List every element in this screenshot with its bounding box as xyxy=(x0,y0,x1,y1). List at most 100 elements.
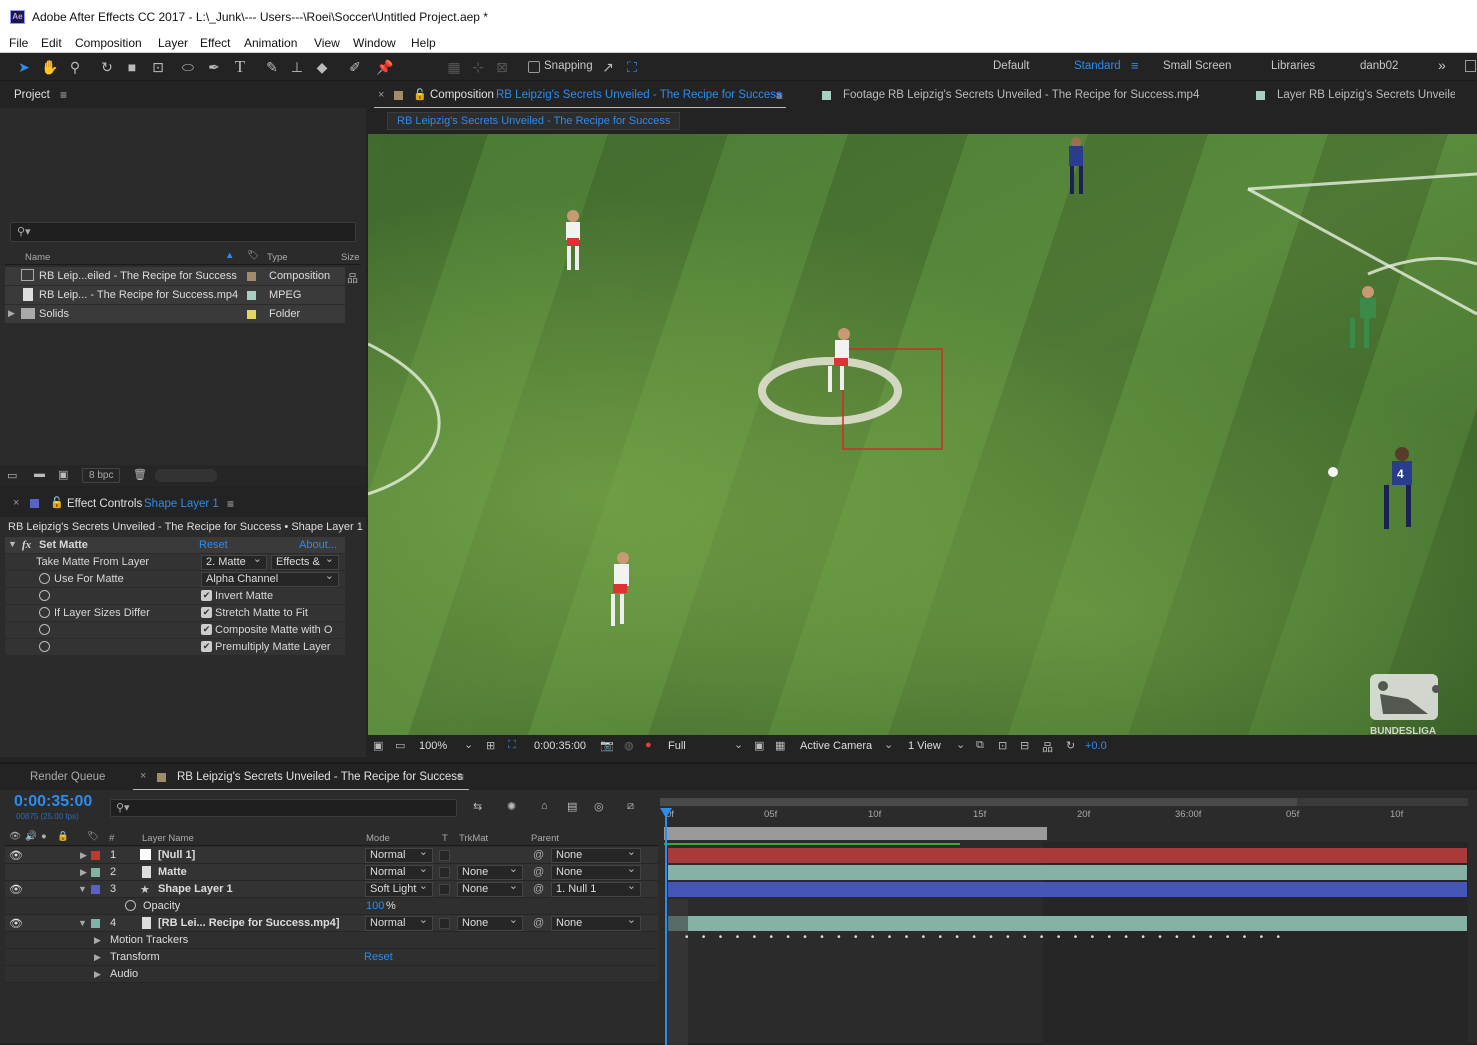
close-icon[interactable]: × xyxy=(378,89,384,101)
toggle-pixel-aspect-icon[interactable]: ⧉ xyxy=(976,739,984,752)
comp-mini-flowchart-icon[interactable]: ⇆ xyxy=(473,800,482,813)
label-swatch[interactable] xyxy=(247,291,256,300)
chevron-down-icon[interactable]: ⌄ xyxy=(884,738,893,751)
trash-icon[interactable]: 🗑 xyxy=(133,468,147,481)
motion-trackers-row[interactable]: ▶ Motion Trackers xyxy=(5,932,658,949)
label-column-icon[interactable]: 🏷 xyxy=(87,831,99,842)
composition-breadcrumb[interactable]: RB Leipzig's Secrets Unveiled - The Reci… xyxy=(387,112,681,130)
tracker-keyframes[interactable]: •••••••••••••••••••••••••••••••••••• xyxy=(685,932,1425,946)
layer-parent-dropdown[interactable]: None xyxy=(551,914,641,931)
shy-layers-icon[interactable]: ⌂ xyxy=(541,800,548,812)
collapse-arrow-icon[interactable]: ▼ xyxy=(8,539,17,549)
zoom-tool-icon[interactable]: ⚲ xyxy=(65,57,85,77)
show-snapshot-icon[interactable]: ◍ xyxy=(624,739,634,752)
new-folder-icon[interactable]: ▬ xyxy=(34,468,45,480)
workspace-small-screen[interactable]: Small Screen xyxy=(1163,60,1231,72)
rotate-tool-icon[interactable]: ↻ xyxy=(97,57,117,77)
transform-reset-link[interactable]: Reset xyxy=(364,951,393,963)
pan-behind-tool-icon[interactable]: ⊡ xyxy=(148,57,168,77)
pickwhip-icon[interactable]: @ xyxy=(533,883,544,895)
layer-row-3[interactable]: 👁 ▼ 3 ★ Shape Layer 1 Soft Light None @ … xyxy=(5,880,658,898)
lock-icon[interactable]: 🔒 xyxy=(57,831,69,842)
project-search-input[interactable]: ⚲▾ xyxy=(10,222,356,242)
effect-controls-menu-icon[interactable]: ≡ xyxy=(227,497,234,511)
ellipse-tool-icon[interactable]: ⬭ xyxy=(178,57,198,77)
transparency-grid-icon[interactable]: ▦ xyxy=(775,739,785,752)
label-swatch[interactable] xyxy=(247,272,256,281)
project-scrollbar[interactable] xyxy=(155,469,217,482)
footage-tab-name[interactable]: RB Leipzig's Secrets Unveiled - The Reci… xyxy=(888,89,1199,101)
menu-view[interactable]: View xyxy=(314,36,340,50)
region-of-interest-icon[interactable]: ⛶ xyxy=(508,739,516,752)
layer-bar-2[interactable] xyxy=(668,865,1467,880)
reset-exposure-icon[interactable]: ↻ xyxy=(1066,739,1075,752)
preserve-transparency-checkbox[interactable] xyxy=(439,867,450,878)
timeline-comp-tab[interactable]: RB Leipzig's Secrets Unveiled - The Reci… xyxy=(177,771,463,783)
preserve-transparency-checkbox[interactable] xyxy=(439,884,450,895)
views-dropdown[interactable]: 1 View xyxy=(908,740,941,752)
layer-parent-dropdown[interactable]: None xyxy=(551,846,641,863)
exposure-value[interactable]: +0.0 xyxy=(1085,740,1107,752)
bit-depth-button[interactable]: 8 bpc xyxy=(82,468,121,483)
layer-mode-dropdown[interactable]: Normal xyxy=(365,914,433,931)
pickwhip-icon[interactable]: @ xyxy=(533,866,544,878)
axis-mode-icon[interactable]: ▦ xyxy=(444,57,464,77)
layer-trkmat-dropdown[interactable]: None xyxy=(457,914,523,931)
lock-icon[interactable]: 🔓 xyxy=(50,496,64,509)
menu-animation[interactable]: Animation xyxy=(244,36,297,50)
effect-controls-layer[interactable]: Shape Layer 1 xyxy=(144,498,219,510)
layer-row-1[interactable]: 👁 ▶ 1 [Null 1] Normal @ None xyxy=(5,846,658,864)
opacity-value[interactable]: 100 xyxy=(366,900,384,912)
collapse-arrow-icon[interactable]: ▼ xyxy=(78,884,87,894)
hand-tool-icon[interactable]: ✋ xyxy=(40,57,60,77)
expand-arrow-icon[interactable]: ▶ xyxy=(94,952,101,963)
video-eye-icon[interactable]: 👁 xyxy=(9,917,23,930)
column-layer-name[interactable]: Layer Name xyxy=(142,833,194,844)
chevron-down-icon[interactable]: ⌄ xyxy=(734,738,743,751)
timeline-search-input[interactable]: ⚲▾ xyxy=(110,799,457,817)
chevron-down-icon[interactable]: ⌄ xyxy=(464,738,473,751)
project-item-folder[interactable]: ▶ Solids Folder xyxy=(5,305,345,324)
pickwhip-icon[interactable]: @ xyxy=(533,849,544,861)
workspace-libraries[interactable]: Libraries xyxy=(1271,60,1315,72)
video-eye-icon[interactable]: 👁 xyxy=(9,883,23,896)
column-type[interactable]: Type xyxy=(267,252,288,263)
expand-arrow-icon[interactable]: ▶ xyxy=(94,935,101,946)
motion-blur-icon[interactable]: ◎ xyxy=(594,800,604,813)
layer-trkmat-dropdown[interactable]: None xyxy=(457,863,523,880)
camera-tool-icon[interactable]: ■ xyxy=(122,57,142,77)
composition-tab-name[interactable]: RB Leipzig's Secrets Unveiled - The Reci… xyxy=(496,89,782,101)
snapshot-camera-icon[interactable]: 📷 xyxy=(600,739,614,752)
effect-about-link[interactable]: About... xyxy=(299,539,337,551)
layer-name[interactable]: Shape Layer 1 xyxy=(158,883,233,895)
footage-tab-label[interactable]: Footage xyxy=(843,89,885,101)
draft-3d-icon[interactable]: ✺ xyxy=(507,800,516,813)
layer-label-swatch[interactable] xyxy=(91,919,100,928)
snap-features-icon[interactable]: ⛶ xyxy=(622,57,642,77)
work-area-range[interactable] xyxy=(660,798,1297,806)
layer-parent-dropdown[interactable]: 1. Null 1 xyxy=(551,880,641,897)
layer-row-2[interactable]: ▶ 2 Matte Normal None @ None xyxy=(5,863,658,881)
view-axis-icon[interactable]: ⊠ xyxy=(492,57,512,77)
eraser-tool-icon[interactable]: ◆ xyxy=(312,57,332,77)
column-size[interactable]: Size xyxy=(341,252,359,263)
color-channels-icon[interactable]: ● xyxy=(645,739,652,751)
stopwatch-icon[interactable] xyxy=(125,900,136,911)
fast-previews-icon[interactable]: ▣ xyxy=(754,739,764,752)
flowchart-icon[interactable]: 品 xyxy=(347,270,358,286)
snap-edges-icon[interactable]: ↗ xyxy=(598,57,618,77)
search-help-icon[interactable] xyxy=(1465,60,1476,72)
menu-composition[interactable]: Composition xyxy=(75,36,142,50)
frame-blending-icon[interactable]: ▤ xyxy=(567,800,577,813)
workspace-standard[interactable]: Standard xyxy=(1074,60,1121,72)
interpret-footage-icon[interactable]: ▭ xyxy=(7,469,17,482)
audio-icon[interactable]: 🔊 xyxy=(25,831,37,842)
label-swatch[interactable] xyxy=(247,310,256,319)
chevron-down-icon[interactable]: ⌄ xyxy=(956,738,965,751)
project-item-footage[interactable]: RB Leip... - The Recipe for Success.mp4 … xyxy=(5,286,345,305)
layer-tab-label[interactable]: Layer xyxy=(1277,89,1306,101)
collapse-arrow-icon[interactable]: ▼ xyxy=(78,918,87,928)
monitor-icon[interactable]: ▭ xyxy=(395,739,405,752)
menu-effect[interactable]: Effect xyxy=(200,36,230,50)
audio-row[interactable]: ▶ Audio xyxy=(5,966,658,983)
